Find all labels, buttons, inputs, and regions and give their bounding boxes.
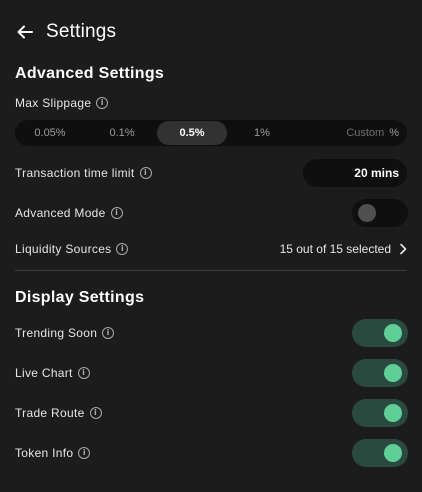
- live-chart-toggle[interactable]: [352, 359, 408, 387]
- slippage-option-1[interactable]: 1%: [227, 121, 297, 145]
- trending-soon-row: Trending Soon i: [15, 326, 115, 340]
- toggle-knob: [384, 364, 402, 382]
- trade-route-label: Trade Route: [15, 406, 85, 420]
- liquidity-sources-row: Liquidity Sources i: [15, 242, 129, 256]
- display-settings-title: Display Settings: [15, 289, 145, 306]
- chevron-right-icon: [399, 243, 407, 255]
- toggle-knob: [384, 404, 402, 422]
- header: Settings: [16, 20, 116, 44]
- info-icon[interactable]: i: [116, 243, 129, 255]
- info-icon[interactable]: i: [102, 327, 115, 339]
- trade-route-toggle[interactable]: [352, 399, 408, 427]
- info-icon[interactable]: i: [139, 167, 152, 179]
- time-limit-label: Transaction time limit: [15, 166, 135, 180]
- custom-slippage-unit: %: [389, 127, 399, 139]
- time-limit-input[interactable]: 20 mins: [303, 159, 407, 187]
- info-icon[interactable]: i: [89, 407, 102, 419]
- advanced-mode-toggle[interactable]: [352, 199, 408, 227]
- trending-soon-label: Trending Soon: [15, 326, 98, 340]
- slippage-selector: 0.05% 0.1% 0.5% 1% Custom %: [15, 120, 407, 146]
- custom-slippage-input[interactable]: Custom %: [346, 121, 399, 145]
- trade-route-row: Trade Route i: [15, 406, 102, 420]
- trending-soon-toggle[interactable]: [352, 319, 408, 347]
- info-icon[interactable]: i: [77, 367, 90, 379]
- slippage-option-0-1[interactable]: 0.1%: [87, 121, 157, 145]
- token-info-row: Token Info i: [15, 446, 91, 460]
- liquidity-sources-value: 15 out of 15 selected: [279, 242, 391, 256]
- live-chart-row: Live Chart i: [15, 366, 90, 380]
- token-info-toggle[interactable]: [352, 439, 408, 467]
- custom-slippage-placeholder: Custom: [346, 127, 385, 139]
- advanced-mode-row: Advanced Mode i: [15, 206, 123, 220]
- toggle-knob: [358, 204, 376, 222]
- advanced-mode-label: Advanced Mode: [15, 206, 106, 220]
- liquidity-sources-selector[interactable]: 15 out of 15 selected: [280, 242, 407, 256]
- toggle-knob: [384, 324, 402, 342]
- arrow-left-icon[interactable]: [16, 23, 34, 41]
- info-icon[interactable]: i: [78, 447, 91, 459]
- max-slippage-row: Max Slippage i: [15, 96, 109, 110]
- toggle-knob: [384, 444, 402, 462]
- slippage-option-0-05[interactable]: 0.05%: [15, 121, 85, 145]
- divider: [15, 270, 407, 271]
- page-title: Settings: [46, 21, 117, 42]
- liquidity-sources-label: Liquidity Sources: [15, 242, 112, 256]
- advanced-settings-title: Advanced Settings: [15, 65, 165, 82]
- time-limit-row: Transaction time limit i: [15, 166, 152, 180]
- max-slippage-label: Max Slippage: [15, 96, 92, 110]
- live-chart-label: Live Chart: [15, 366, 73, 380]
- token-info-label: Token Info: [15, 446, 74, 460]
- settings-panel: Settings Advanced Settings Max Slippage …: [0, 0, 422, 492]
- info-icon[interactable]: i: [96, 97, 109, 109]
- info-icon[interactable]: i: [110, 207, 123, 219]
- slippage-option-0-5[interactable]: 0.5%: [157, 121, 227, 145]
